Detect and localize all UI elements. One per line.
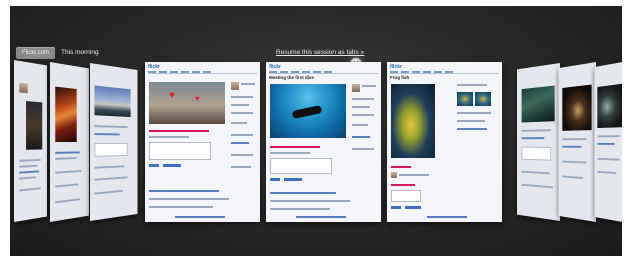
flickr-logo: flickr — [148, 64, 160, 70]
page-card-right-2[interactable] — [558, 62, 596, 222]
card-title: Frog fish — [390, 75, 410, 80]
page-card-left-3[interactable] — [90, 63, 138, 221]
page-card-right-1[interactable] — [517, 63, 560, 221]
resume-session-link[interactable]: Resume this session as tabs » — [276, 47, 364, 59]
page-card-center-1[interactable]: flickr ♥ ♥ — [145, 62, 260, 222]
page-card-left-1[interactable] — [14, 60, 47, 222]
session-timeline-view: Flickr.com This morning Resume this sess… — [10, 6, 622, 256]
page-card-center-2[interactable]: flickr Meeting the first dive — [266, 62, 381, 222]
tab-flickr[interactable]: Flickr.com — [16, 47, 55, 59]
flickr-logo: flickr — [269, 64, 281, 70]
card-title: Meeting the first dive — [269, 75, 315, 80]
card-nav — [390, 71, 499, 74]
flickr-logo: flickr — [390, 64, 402, 70]
tab-this-morning[interactable]: This morning — [61, 47, 99, 59]
card-nav — [148, 71, 257, 74]
page-card-center-3[interactable]: flickr Frog fish — [387, 62, 502, 222]
card-nav — [269, 71, 378, 74]
page-card-left-2[interactable] — [50, 62, 90, 222]
timeline-tabs: Flickr.com This morning — [16, 47, 99, 59]
page-card-right-3[interactable] — [594, 61, 622, 223]
